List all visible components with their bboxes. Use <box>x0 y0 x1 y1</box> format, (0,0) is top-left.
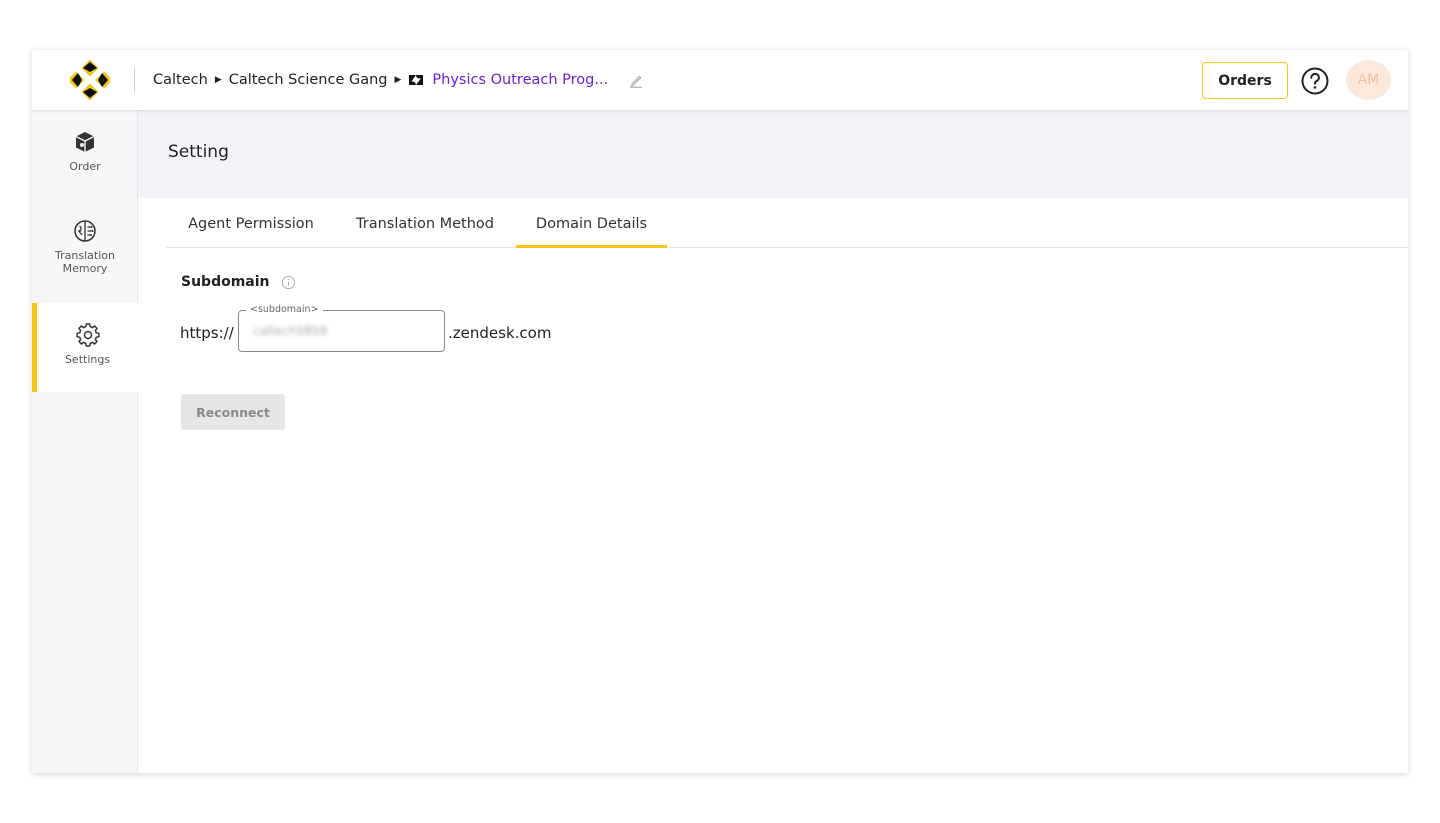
url-suffix: .zendesk.com <box>448 324 552 342</box>
sidebar-item-label: Memory <box>62 262 108 275</box>
tab-bar: Agent Permission Translation Method Doma… <box>166 198 1408 248</box>
box-icon <box>75 132 95 152</box>
user-avatar[interactable]: AM <box>1346 60 1391 100</box>
subdomain-field-legend: <subdomain> <box>246 304 323 316</box>
sidebar-item-label: Settings <box>64 353 111 366</box>
reconnect-button[interactable]: Reconnect <box>181 394 285 430</box>
sidebar-item-label: Order <box>69 160 101 173</box>
subdomain-input[interactable]: <subdomain> caltech5859 <box>238 304 445 352</box>
breadcrumb-project[interactable]: Physics Outreach Prog... <box>432 72 608 88</box>
tab-translation-method[interactable]: Translation Method <box>350 198 500 248</box>
subdomain-section: Subdomain <box>181 274 296 290</box>
page-title: Setting <box>168 142 229 162</box>
pencil-icon[interactable] <box>628 72 644 88</box>
brain-icon <box>74 220 96 242</box>
url-prefix: https:// <box>180 324 234 342</box>
top-bar: Caltech ▶ Caltech Science Gang ▶ Physics… <box>32 50 1408 110</box>
gear-icon <box>75 323 100 347</box>
orders-button[interactable]: Orders <box>1202 62 1288 99</box>
topbar-divider <box>134 68 135 92</box>
sidebar-item-translation-memory[interactable]: Translation Memory <box>32 219 138 275</box>
subdomain-label: Subdomain <box>181 274 270 290</box>
tab-agent-permission[interactable]: Agent Permission <box>183 198 319 248</box>
breadcrumb: Caltech ▶ Caltech Science Gang ▶ Physics… <box>153 50 644 110</box>
subdomain-field-value: caltech5859 <box>253 324 328 338</box>
help-icon[interactable] <box>1300 66 1330 96</box>
caret-right-icon: ▶ <box>394 75 402 85</box>
page-header: Setting <box>138 110 1408 198</box>
app-window: Caltech ▶ Caltech Science Gang ▶ Physics… <box>32 50 1408 773</box>
sidebar: Order Translation Memory Settings <box>32 110 138 773</box>
sidebar-item-label: Translation <box>55 249 115 262</box>
app-logo[interactable] <box>70 60 110 100</box>
info-icon[interactable] <box>281 275 296 290</box>
tab-domain-details[interactable]: Domain Details <box>516 198 667 248</box>
sidebar-item-order[interactable]: Order <box>32 130 138 173</box>
breadcrumb-org[interactable]: Caltech <box>153 72 208 88</box>
zendesk-icon <box>409 75 424 85</box>
sidebar-item-settings[interactable]: Settings <box>32 303 138 392</box>
breadcrumb-team[interactable]: Caltech Science Gang <box>229 72 388 88</box>
caret-right-icon: ▶ <box>214 75 222 85</box>
